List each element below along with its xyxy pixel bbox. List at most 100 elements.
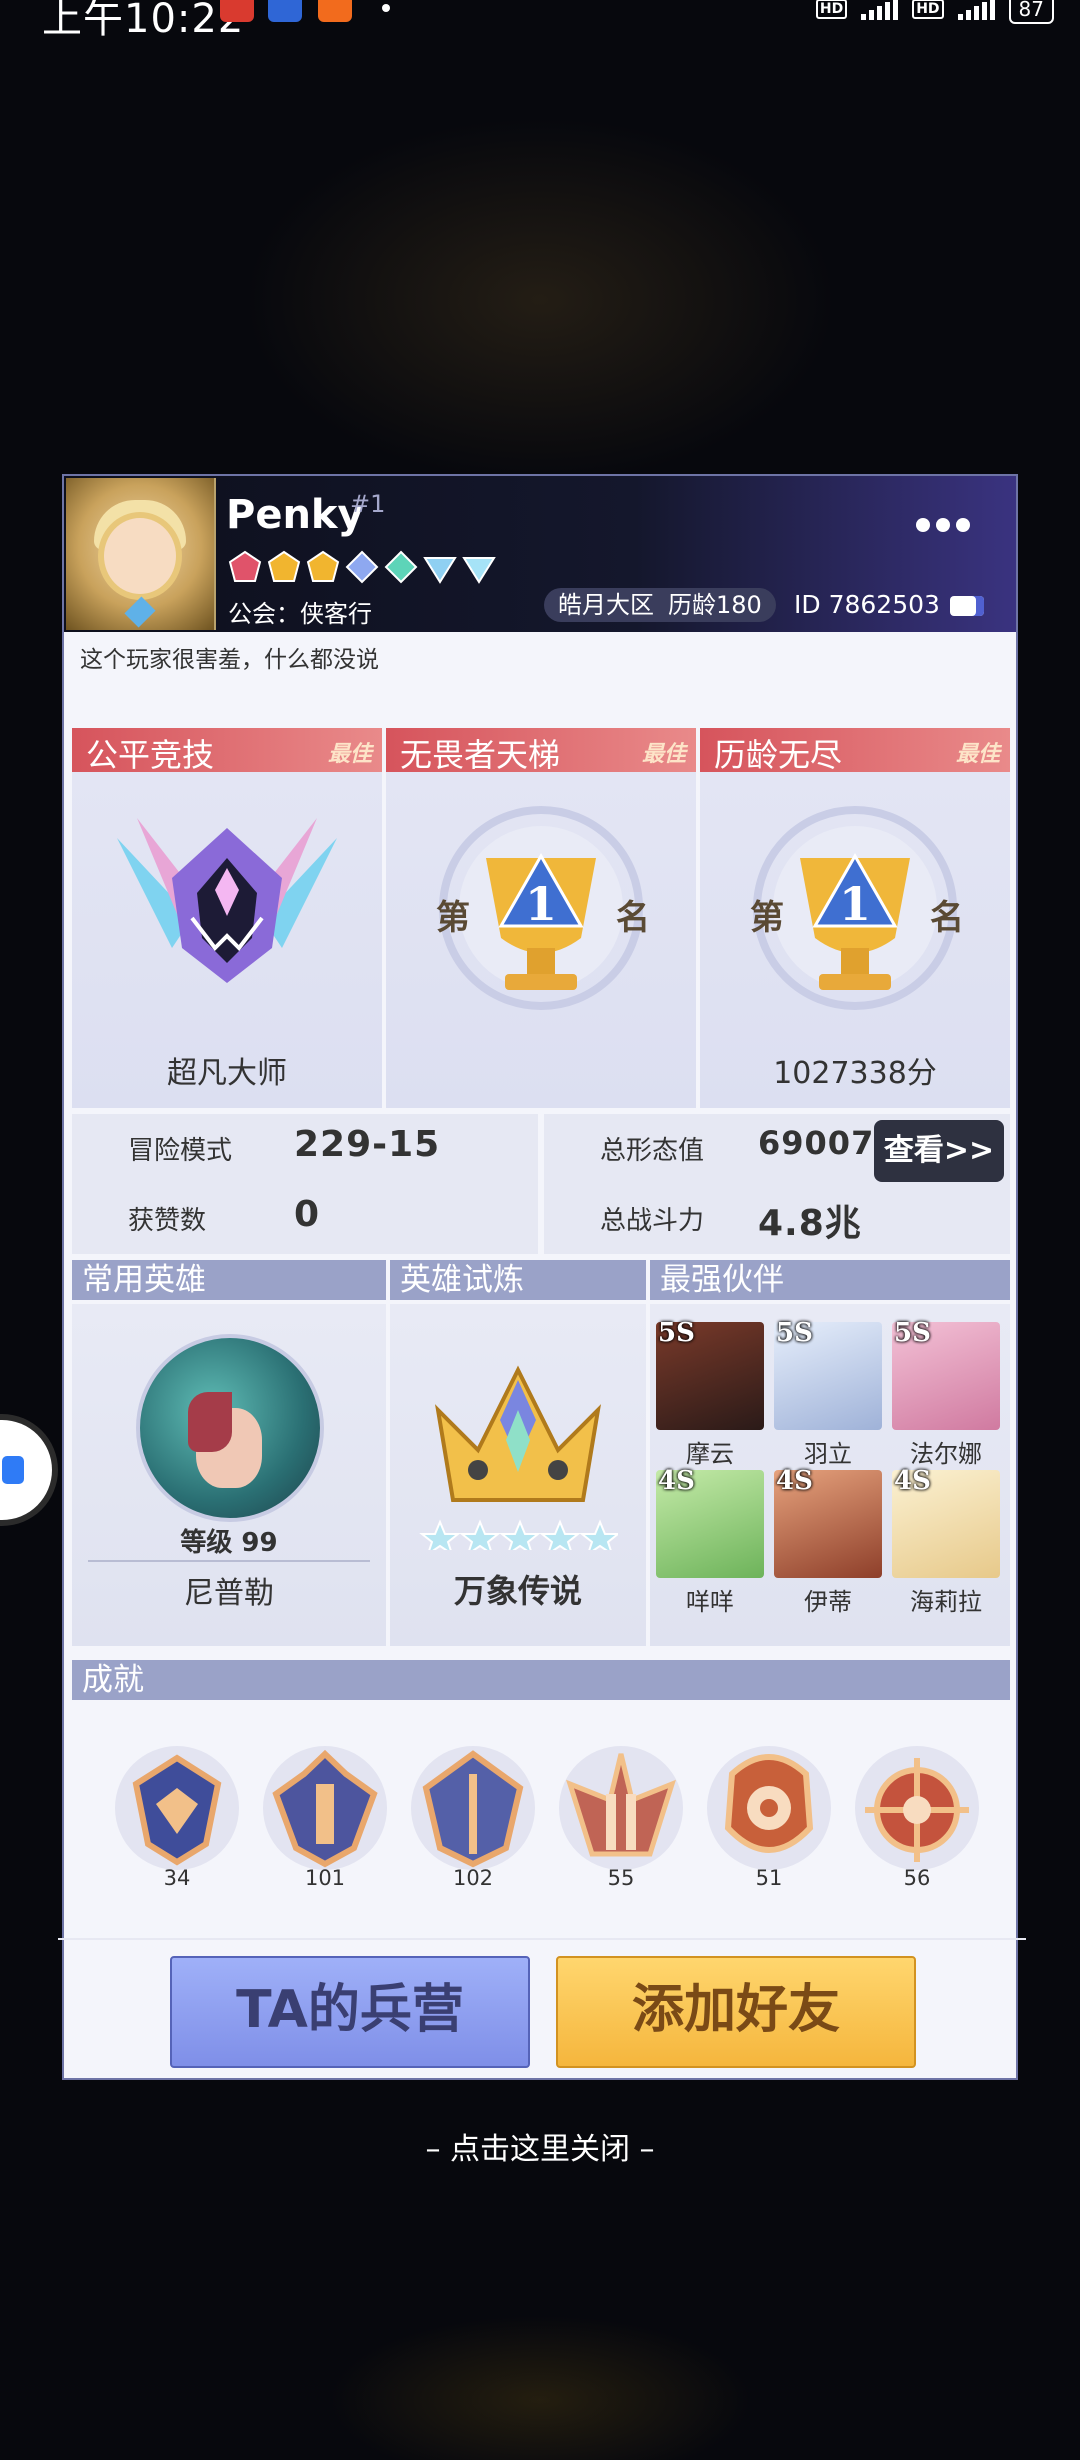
partner-card[interactable]: 5S 法尔娜: [892, 1318, 1000, 1468]
crystal-badge-icon-2: [462, 557, 496, 584]
partner-card[interactable]: 4S 海莉拉: [892, 1466, 1000, 1616]
add-friend-button[interactable]: 添加好友: [556, 1956, 916, 2068]
crystal-badge-icon: [423, 557, 457, 584]
more-dot-icon: [916, 518, 930, 532]
player-rank-number: #1: [350, 490, 386, 518]
achievement-count: 34: [163, 1866, 191, 1890]
form-value-label: 总形态值: [600, 1136, 705, 1166]
partner-name: 羽立: [804, 1440, 852, 1468]
signal-icon: [861, 0, 899, 20]
partner-card[interactable]: 5S 摩云: [656, 1318, 764, 1468]
hero-level: 等级 99: [180, 1528, 278, 1558]
stats-right: 总形态值 690077 查看>> 总战斗力 4.8兆: [544, 1114, 1010, 1254]
mi-app-icon: [318, 0, 352, 22]
power-label: 总战斗力: [600, 1206, 705, 1236]
achievement-emblem-icon: [263, 1746, 387, 1870]
achievement-badge[interactable]: 102: [402, 1744, 544, 1890]
best-tag: 最佳: [955, 742, 1000, 767]
partner-name: 海莉拉: [910, 1588, 982, 1616]
account-age: 历龄180: [668, 591, 762, 619]
achievement-emblem-icon: [855, 1746, 979, 1870]
achievement-badge[interactable]: 55: [550, 1744, 692, 1890]
achievement-count: 102: [452, 1866, 494, 1890]
status-time: 上午10:22: [42, 0, 245, 42]
ordinal-suffix: 名: [930, 898, 964, 938]
rank-tile-fair-competition[interactable]: 公平竞技 最佳 超凡大师: [72, 728, 382, 1108]
vip-badges: [228, 550, 496, 584]
rank-number: 1: [839, 877, 871, 931]
stats-left: 冒险模式 229-15 获赞数 0: [72, 1114, 538, 1254]
footer-divider: [58, 1938, 1026, 1940]
partner-name: 伊蒂: [804, 1588, 852, 1616]
rank-name: 超凡大师: [167, 1056, 287, 1091]
avatar-frame-gem: [124, 596, 156, 628]
ruby-badge-icon: [228, 550, 262, 582]
rank-tile-header: 无畏者天梯 最佳: [386, 728, 696, 774]
legend-crown-icon: [419, 1365, 618, 1550]
best-tag: 最佳: [327, 742, 372, 767]
achievement-badge[interactable]: 51: [698, 1744, 840, 1890]
achievement-badge[interactable]: 34: [106, 1744, 248, 1890]
avatar-face: [104, 518, 176, 594]
achievement-emblem-icon: [115, 1746, 239, 1870]
server-pill: 皓月大区 历龄180: [544, 588, 776, 622]
partner-name: 法尔娜: [910, 1440, 982, 1468]
ordinal-prefix: 第: [750, 898, 784, 938]
signal-icon-2: [957, 0, 995, 20]
player-name: Penky: [226, 492, 364, 538]
close-hint[interactable]: – 点击这里关闭 –: [0, 2124, 1080, 2168]
partner-name: 咩咩: [686, 1588, 734, 1616]
partner-card[interactable]: 4S 伊蒂: [774, 1466, 882, 1616]
achievement-badge[interactable]: 101: [254, 1744, 396, 1890]
partner-name: 摩云: [686, 1440, 734, 1468]
rank-tile-title: 公平竞技: [86, 736, 215, 774]
best-tag: 最佳: [641, 742, 686, 767]
rank-number: 1: [525, 877, 557, 931]
player-id: ID 7862503: [794, 590, 940, 619]
partner-card[interactable]: 4S 咩咩: [656, 1466, 764, 1616]
hero-portrait: [136, 1334, 324, 1522]
achievement-count: 51: [755, 1866, 783, 1890]
best-partner-panel: 5S 摩云 5S 羽立 5S 法尔娜 4S 咩咩 4S 伊蒂 4S 海莉拉: [650, 1304, 1010, 1646]
partner-tier: 5S: [894, 1318, 931, 1348]
view-barracks-button[interactable]: TA的兵营: [170, 1956, 530, 2068]
achievement-emblem-icon: [707, 1746, 831, 1870]
achievement-count: 56: [903, 1866, 931, 1890]
status-indicators: HD HD 87: [815, 0, 1054, 24]
hd-icon-2: HD: [912, 0, 944, 19]
partner-tier: 5S: [776, 1318, 813, 1348]
player-profile-card: Penky #1 公会：侠客行 皓月大区 历龄180 ID 7862503 这个…: [58, 474, 1026, 2080]
gold-badge-icon: [267, 550, 301, 582]
common-hero-panel[interactable]: 等级 99 尼普勒: [72, 1304, 386, 1646]
player-bio: 这个玩家很害羞，什么都没说: [80, 647, 379, 673]
hd-icon: HD: [815, 0, 848, 19]
partner-tier: 4S: [894, 1466, 931, 1496]
rank-tile-fearless-ladder[interactable]: 无畏者天梯 最佳 1 第 名: [386, 728, 696, 1108]
copy-id-icon[interactable]: [950, 596, 984, 616]
hero-name: 尼普勒: [184, 1576, 274, 1611]
rank-tile-header: 历龄无尽 最佳: [700, 728, 1010, 774]
more-dot-icon: [936, 518, 950, 532]
hero-trial-panel[interactable]: 万象传说: [390, 1304, 646, 1646]
likes-label: 获赞数: [128, 1206, 207, 1236]
diamond-badge-icon: [345, 550, 379, 584]
achievement-emblem-icon: [559, 1746, 683, 1870]
view-details-button[interactable]: 查看>>: [874, 1120, 1004, 1182]
player-avatar[interactable]: [66, 478, 216, 630]
ordinal-prefix: 第: [436, 898, 470, 938]
rank-score: 1027338分: [773, 1056, 937, 1091]
more-options-button[interactable]: [916, 518, 970, 532]
achievement-badge[interactable]: 56: [846, 1744, 988, 1890]
profile-header: Penky #1 公会：侠客行 皓月大区 历龄180 ID 7862503: [64, 476, 1016, 632]
achievement-row: 34 101 102 55 51 56: [72, 1704, 1010, 1914]
rank-tile-endless[interactable]: 历龄无尽 最佳 1 第 名 1027338分: [700, 728, 1010, 1108]
partner-card[interactable]: 5S 羽立: [774, 1318, 882, 1468]
partner-tier: 4S: [776, 1466, 813, 1496]
section-header-hero-trial: 英雄试炼: [390, 1260, 646, 1300]
adventure-value: 229-15: [294, 1124, 441, 1165]
battery-icon: 87: [1008, 0, 1054, 24]
guild-label: 公会：侠客行: [228, 600, 372, 628]
hero-divider: [88, 1560, 370, 1562]
stats-panel: 冒险模式 229-15 获赞数 0 总形态值 690077 查看>> 总战斗力 …: [72, 1114, 1010, 1254]
more-notifications-dot: [382, 4, 390, 12]
